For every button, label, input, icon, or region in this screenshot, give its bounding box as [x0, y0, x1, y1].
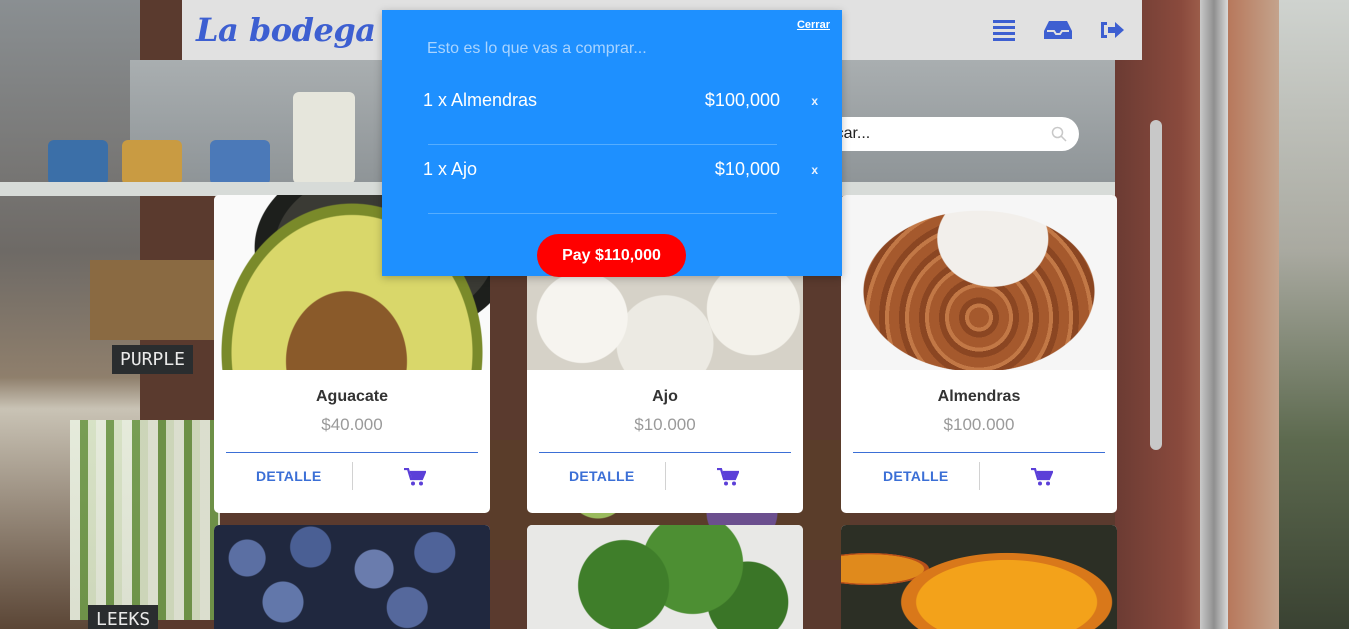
cart-item: 1 x Almendras $100,000 x — [423, 90, 818, 111]
cart-item-label: 1 x Ajo — [423, 159, 478, 179]
add-to-cart-button[interactable] — [980, 467, 1106, 486]
product-card — [214, 525, 490, 629]
cart-divider — [428, 213, 777, 214]
cart-lead-text: Esto es lo que vas a comprar... — [427, 40, 647, 57]
remove-item-button[interactable]: x — [780, 94, 818, 108]
detail-button[interactable]: DETALLE — [539, 461, 666, 490]
product-name: Ajo — [652, 388, 678, 405]
product-image — [841, 525, 1117, 629]
product-price: $40.000 — [321, 415, 383, 434]
add-to-cart-button[interactable] — [353, 467, 479, 486]
cart-item-label: 1 x Almendras — [423, 90, 538, 110]
logout-icon[interactable] — [1098, 16, 1126, 44]
list-icon[interactable] — [990, 16, 1018, 44]
cart-icon — [717, 467, 740, 485]
site-logo[interactable]: La bodega — [196, 11, 376, 49]
cart-item: 1 x Ajo $10,000 x — [423, 159, 818, 180]
pay-button[interactable]: Pay $110,000 — [537, 234, 686, 277]
product-price: $10.000 — [634, 415, 696, 434]
cart-icon — [404, 467, 427, 485]
detail-button[interactable]: DETALLE — [853, 461, 980, 490]
product-card — [527, 525, 803, 629]
cart-divider — [428, 144, 777, 145]
cart-panel: Cerrar Esto es lo que vas a comprar... 1… — [382, 10, 842, 277]
product-card: Almendras $100.000 DETALLE — [841, 195, 1117, 513]
detail-button[interactable]: DETALLE — [226, 461, 353, 490]
product-price: $100.000 — [943, 415, 1015, 434]
product-image — [527, 525, 803, 629]
product-card — [841, 525, 1117, 629]
inbox-icon[interactable] — [1044, 16, 1072, 44]
search-input[interactable] — [808, 125, 1051, 143]
cart-icon — [1031, 467, 1054, 485]
close-cart-link[interactable]: Cerrar — [797, 19, 830, 31]
add-to-cart-button[interactable] — [666, 467, 792, 486]
remove-item-button[interactable]: x — [780, 163, 818, 177]
product-image — [841, 195, 1117, 370]
navbar-icons — [990, 16, 1126, 44]
product-name: Aguacate — [315, 388, 389, 405]
product-name: Almendras — [937, 388, 1021, 405]
cart-item-amount: $10,000 — [714, 159, 780, 179]
cart-item-amount: $100,000 — [704, 90, 780, 110]
product-image — [214, 525, 490, 629]
search-icon[interactable] — [1051, 126, 1067, 142]
